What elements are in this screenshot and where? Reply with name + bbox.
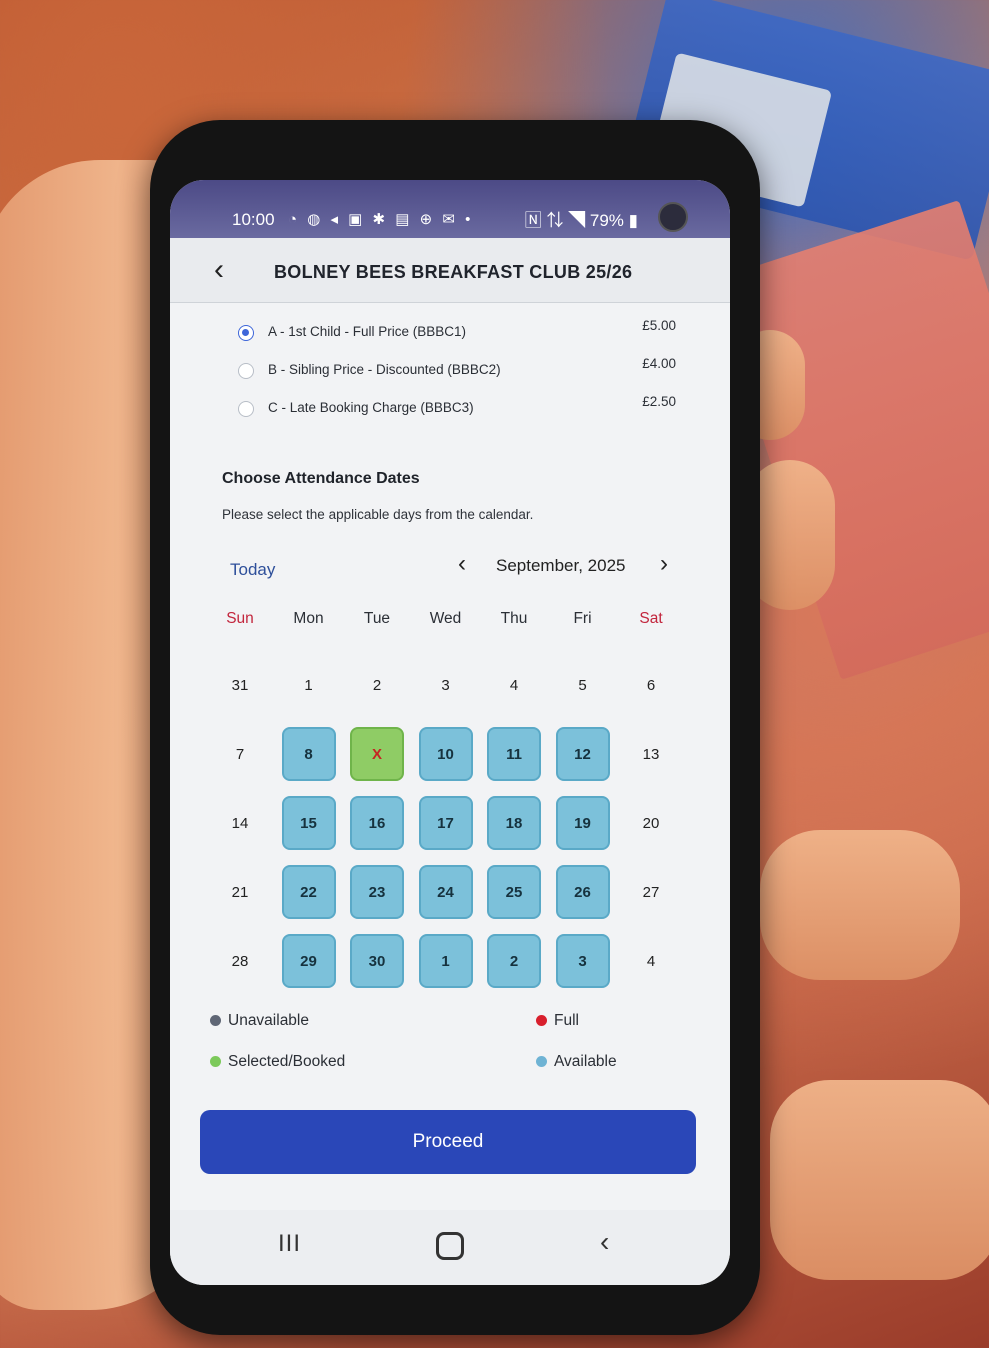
legend-dot	[210, 1056, 221, 1067]
page-title: BOLNEY BEES BREAKFAST CLUB 25/26	[274, 262, 633, 282]
legend-label: Unavailable	[228, 1012, 309, 1029]
calendar-day-available[interactable]: 3	[555, 934, 610, 988]
calendar-day: 7	[235, 745, 245, 763]
price-option-c[interactable]: C - Late Booking Charge (BBBC3) £2.50	[230, 388, 680, 426]
calendar-day: 6	[646, 676, 656, 694]
weekday-label: Tue	[363, 610, 391, 627]
legend-dot	[210, 1015, 221, 1026]
calendar-day: 4	[509, 676, 519, 694]
option-price: £4.00	[642, 356, 676, 371]
calendar-day-available[interactable]: 22	[281, 865, 336, 919]
calendar-day-available[interactable]: 23	[350, 865, 404, 919]
calendar-day-available[interactable]: 24	[418, 865, 473, 919]
calendar-day: 14	[231, 814, 249, 832]
calendar-grid: 31 1 2 3 4 5 6 7 8 X 10 11 12 13 14 15 16 17 18 19 20 21 22 23 2…	[210, 658, 690, 998]
calendar-day: 20	[642, 814, 660, 832]
option-price: £5.00	[642, 318, 676, 333]
calendar-day-available[interactable]: 10	[418, 727, 473, 781]
legend-selected: Selected/Booked	[210, 1053, 345, 1071]
status-battery: 🄽 ⇅ ◥ 79% ▮	[524, 211, 638, 230]
legend-unavailable: Unavailable	[210, 1012, 309, 1030]
calendar-day: 4	[646, 952, 656, 970]
calendar-day: 13	[642, 745, 660, 763]
home-icon[interactable]	[436, 1232, 464, 1260]
proceed-button[interactable]: Proceed	[200, 1110, 696, 1174]
attendance-subtitle: Please select the applicable days from t…	[222, 507, 534, 522]
calendar-day-available[interactable]: 1	[418, 934, 473, 988]
calendar-day: 3	[441, 676, 450, 694]
calendar-day-available[interactable]: 18	[487, 796, 541, 850]
chevron-left-icon[interactable]: ‹	[214, 255, 244, 286]
legend-dot	[536, 1056, 547, 1067]
today-button[interactable]: Today	[230, 560, 275, 580]
finger	[760, 830, 960, 980]
chevron-left-icon[interactable]: ‹	[458, 550, 466, 578]
calendar-day-available[interactable]: 17	[418, 796, 473, 850]
status-time: 10:00	[232, 210, 275, 229]
calendar-day-booked[interactable]: X	[350, 727, 404, 781]
price-option-a[interactable]: A - 1st Child - Full Price (BBBC1) £5.00	[230, 312, 680, 350]
calendar-day-available[interactable]: 11	[487, 727, 541, 781]
calendar-day: 1	[304, 676, 313, 694]
status-notification-icons: ◔ ◍ ◂ ▣ ✱ ▤ ⊕ ✉ •	[288, 211, 474, 228]
price-options: A - 1st Child - Full Price (BBBC1) £5.00…	[230, 312, 680, 426]
weekday-label: Sun	[226, 610, 254, 627]
calendar-day-available[interactable]: 25	[487, 865, 541, 919]
front-camera	[658, 202, 688, 232]
option-label: B - Sibling Price - Discounted (BBBC2)	[268, 362, 501, 377]
radio-button[interactable]	[238, 401, 254, 417]
calendar-day-available[interactable]: 30	[350, 934, 404, 988]
legend-dot	[536, 1015, 547, 1026]
calendar-day-available[interactable]: 15	[281, 796, 336, 850]
calendar-day: 28	[231, 952, 249, 970]
option-label: A - 1st Child - Full Price (BBBC1)	[268, 324, 467, 339]
weekday-label: Mon	[293, 610, 324, 627]
calendar-day-available[interactable]: 19	[555, 796, 610, 850]
legend-label: Available	[554, 1053, 617, 1070]
calendar-day-available[interactable]: 8	[281, 727, 336, 781]
option-label: C - Late Booking Charge (BBBC3)	[268, 400, 474, 415]
phone-screen: 10:00 ◔ ◍ ◂ ▣ ✱ ▤ ⊕ ✉ • 🄽 ⇅ ◥ 79% ▮ ‹ BO…	[170, 180, 730, 1285]
finger	[770, 1080, 989, 1280]
weekday-header: Sun Mon Tue Wed Thu Fri Sat	[210, 610, 690, 634]
attendance-title: Choose Attendance Dates	[222, 470, 420, 487]
calendar-legend: Unavailable Full Selected/Booked Availab…	[210, 1012, 690, 1092]
radio-button[interactable]	[238, 325, 254, 341]
calendar-day-available[interactable]: 16	[350, 796, 404, 850]
price-option-b[interactable]: B - Sibling Price - Discounted (BBBC2) £…	[230, 350, 680, 388]
calendar-day: 5	[578, 676, 587, 694]
legend-label: Full	[554, 1012, 579, 1029]
android-nav-bar: III ‹	[170, 1210, 730, 1285]
calendar-day-available[interactable]: 26	[555, 865, 610, 919]
back-icon[interactable]: ‹	[600, 1226, 609, 1258]
calendar-day: 31	[231, 676, 249, 694]
calendar-day: 27	[642, 883, 660, 901]
app-header: ‹ BOLNEY BEES BREAKFAST CLUB 25/26	[170, 238, 730, 303]
legend-full: Full	[536, 1012, 579, 1030]
legend-label: Selected/Booked	[228, 1053, 346, 1070]
radio-button[interactable]	[238, 363, 254, 379]
weekday-label: Fri	[573, 610, 592, 627]
calendar-day-available[interactable]: 2	[487, 934, 541, 988]
option-price: £2.50	[642, 394, 676, 409]
calendar-day: 21	[231, 883, 249, 901]
calendar-day-available[interactable]: 29	[281, 934, 336, 988]
weekday-label: Sat	[639, 610, 663, 627]
month-label: September, 2025	[496, 556, 626, 575]
calendar-day-available[interactable]: 12	[555, 727, 610, 781]
status-bar: 10:00 ◔ ◍ ◂ ▣ ✱ ▤ ⊕ ✉ • 🄽 ⇅ ◥ 79% ▮	[170, 180, 730, 238]
weekday-label: Thu	[500, 610, 528, 627]
legend-available: Available	[536, 1053, 617, 1071]
chevron-right-icon[interactable]: ›	[660, 550, 668, 578]
calendar-day: 2	[372, 676, 382, 694]
weekday-label: Wed	[429, 610, 462, 627]
recent-apps-icon[interactable]: III	[278, 1230, 301, 1258]
